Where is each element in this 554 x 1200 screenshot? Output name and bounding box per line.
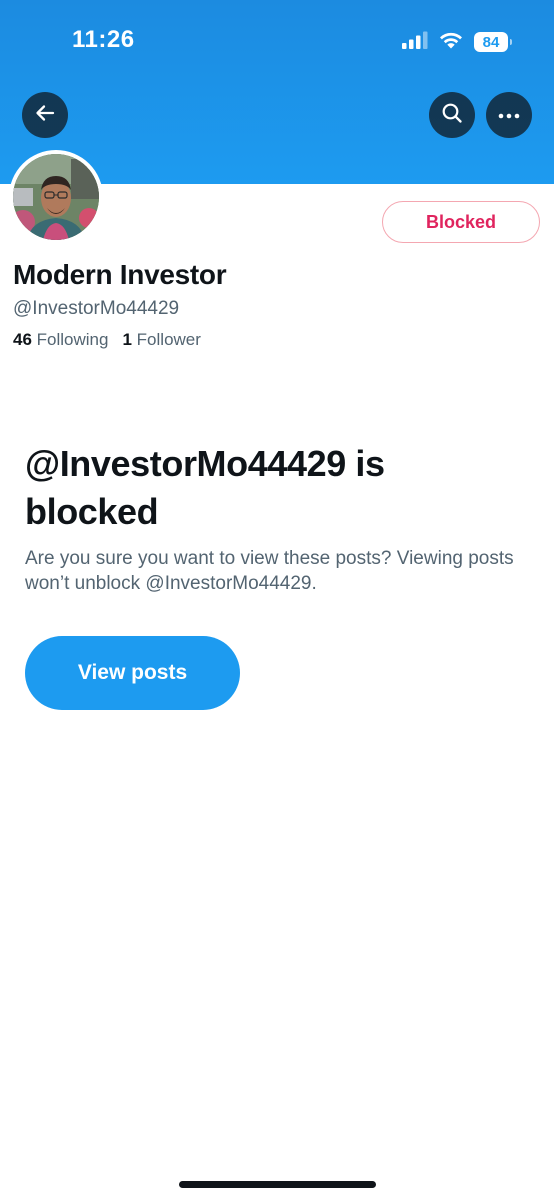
following-count: 46 bbox=[13, 330, 32, 349]
back-button[interactable] bbox=[22, 92, 68, 138]
blocked-notice-title: @InvestorMo44429 is blocked bbox=[25, 443, 385, 532]
status-bar: 11:26 84 bbox=[0, 0, 554, 80]
more-options-button[interactable] bbox=[486, 92, 532, 138]
avatar-photo bbox=[13, 154, 99, 240]
status-time: 11:26 bbox=[72, 26, 135, 53]
battery-indicator: 84 bbox=[474, 32, 512, 52]
following-label: Following bbox=[36, 330, 109, 349]
followers-count: 1 bbox=[122, 330, 132, 349]
home-indicator[interactable] bbox=[179, 1181, 376, 1188]
more-horizontal-icon bbox=[498, 106, 520, 124]
wifi-icon bbox=[438, 30, 464, 54]
view-posts-button[interactable]: View posts bbox=[25, 636, 240, 710]
follow-stats: 46 Following 1 Follower bbox=[13, 330, 201, 350]
arrow-left-icon bbox=[34, 102, 56, 129]
display-name: Modern Investor bbox=[13, 259, 227, 290]
followers-label: Follower bbox=[136, 330, 201, 349]
blocked-button[interactable]: Blocked bbox=[382, 201, 540, 243]
profile-handle: @InvestorMo44429 bbox=[13, 298, 180, 319]
profile-page: 11:26 84 Blocked Modern Investor @Invest… bbox=[0, 0, 554, 1200]
cellular-signal-icon bbox=[402, 31, 428, 54]
following-link[interactable]: 46 Following bbox=[13, 330, 108, 350]
search-icon bbox=[441, 102, 463, 129]
avatar[interactable] bbox=[9, 150, 103, 244]
search-button[interactable] bbox=[429, 92, 475, 138]
blocked-notice-description: Are you sure you want to view these post… bbox=[25, 548, 514, 594]
followers-link[interactable]: 1 Follower bbox=[122, 330, 200, 350]
status-indicators: 84 bbox=[402, 30, 512, 54]
